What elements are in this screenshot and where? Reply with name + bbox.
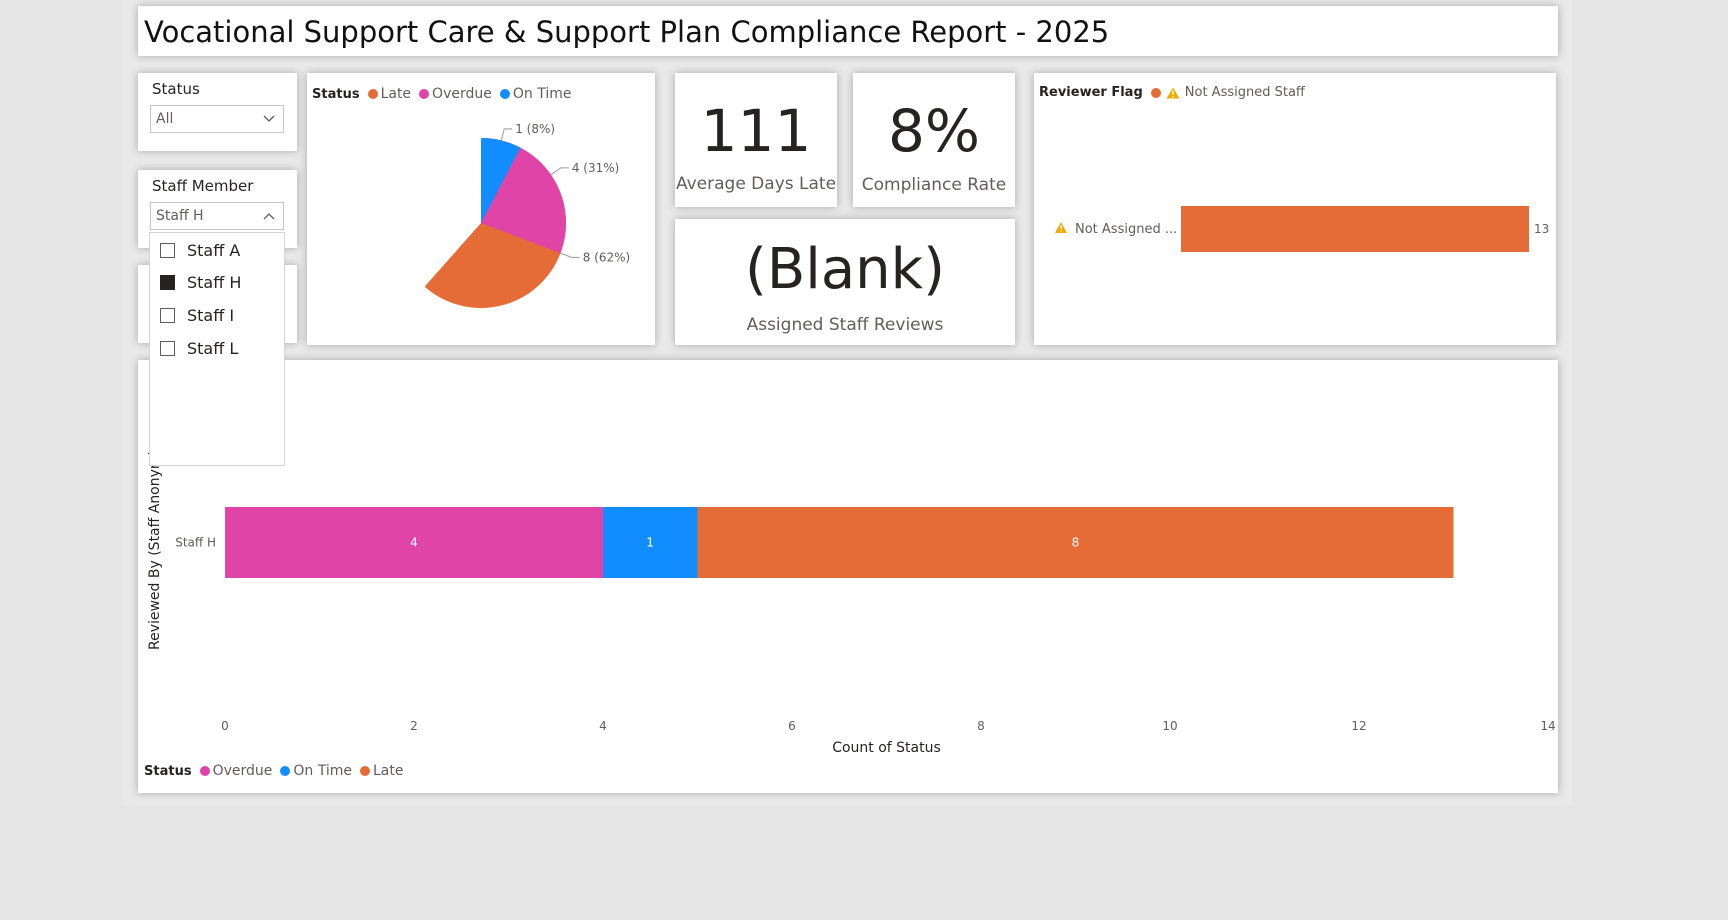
- warning-icon: [1055, 222, 1067, 233]
- status-dropdown[interactable]: All: [150, 105, 284, 133]
- staff-option-label: Staff I: [187, 305, 235, 325]
- legend-item-on-time[interactable]: On Time: [280, 763, 352, 779]
- category-label: Not Assigned ...: [1075, 222, 1177, 237]
- bar-data-label: 4: [410, 536, 418, 550]
- legend-dot-icon: [280, 766, 291, 776]
- staff-option-label: Staff L: [187, 338, 239, 358]
- title-card: Vocational Support Care & Support Plan C…: [138, 6, 1558, 56]
- pie-leader-line: [550, 167, 569, 176]
- pie-leader-line: [500, 128, 513, 141]
- chevron-up-icon: [263, 213, 275, 220]
- kpi-label: Average Days Late: [675, 174, 837, 194]
- x-tick-label: 2: [410, 719, 418, 733]
- staff-option-label: Staff A: [187, 240, 241, 260]
- legend-label: On Time: [293, 763, 352, 779]
- staff-option[interactable]: Staff L: [160, 336, 238, 360]
- x-axis-title: Count of Status: [832, 740, 941, 756]
- staff-option-label: Staff H: [187, 272, 242, 292]
- status-pie-card[interactable]: Status Late Overdue On Time 8 (62%) 4 (31…: [307, 73, 655, 345]
- legend-item-overdue[interactable]: Overdue: [199, 763, 273, 779]
- x-tick-label: 8: [977, 719, 985, 733]
- reviewer-flag-card[interactable]: Reviewer Flag Not Assigned Staff Not Ass…: [1034, 73, 1556, 345]
- reviewed-by-card[interactable]: 0 2 4 6 8 10 12 14 Count of Status Reviewed By (S…: [138, 360, 1558, 793]
- checkbox-icon[interactable]: [160, 340, 175, 356]
- bar-data-label: 8: [1072, 536, 1080, 550]
- kpi-avg-days-late: 111 Average Days Late: [675, 73, 837, 207]
- bar-legend-title: Status: [144, 763, 192, 779]
- checkbox-checked-icon[interactable]: [160, 274, 175, 290]
- pie-chart: 8 (62%) 4 (31%) 1 (8%): [424, 122, 630, 308]
- kpi-value: 111: [700, 97, 812, 165]
- x-tick-label: 10: [1162, 719, 1177, 733]
- x-tick-label: 12: [1351, 719, 1366, 733]
- checkbox-icon[interactable]: [160, 242, 175, 258]
- stacked-bar-chart: 0 2 4 6 8 10 12 14Count of StatusReviewed By (S…: [147, 450, 1556, 756]
- status-slicer: Status All: [138, 73, 297, 151]
- legend-label: Overdue: [212, 763, 273, 779]
- y-category-label: Staff H: [175, 536, 216, 550]
- staff-option[interactable]: Staff I: [160, 303, 234, 327]
- legend-label: Late: [372, 763, 404, 779]
- status-slicer-label: Status: [152, 80, 200, 98]
- x-tick-label: 14: [1540, 719, 1555, 733]
- kpi-label: Compliance Rate: [861, 175, 1007, 195]
- kpi-assigned-reviews: (Blank) Assigned Staff Reviews: [675, 219, 1015, 345]
- kpi-value: (Blank): [745, 237, 945, 302]
- staff-dropdown[interactable]: Staff H: [150, 202, 284, 230]
- chevron-down-icon: [263, 115, 275, 122]
- bar-data-label: 13: [1534, 222, 1549, 236]
- status-dropdown-value: All: [156, 111, 174, 127]
- y-axis-title: Reviewed By (Staff Anonym): [147, 450, 163, 650]
- pie-data-label: 4 (31%): [572, 161, 619, 175]
- pie-data-label: 8 (62%): [583, 250, 630, 264]
- x-tick-label: 6: [788, 719, 796, 733]
- staff-dropdown-value: Staff H: [156, 208, 204, 224]
- staff-option[interactable]: Staff H: [160, 270, 241, 294]
- legend-dot-icon: [199, 766, 210, 776]
- staff-dropdown-list: Staff A Staff H Staff I Staff L: [149, 232, 285, 466]
- bar-legend: Status Overdue On Time Late: [144, 763, 411, 779]
- x-tick-label: 4: [599, 719, 607, 733]
- staff-slicer-label: Staff Member: [152, 177, 254, 195]
- kpi-value: 8%: [887, 97, 980, 165]
- pie-data-label: 1 (8%): [515, 122, 555, 136]
- kpi-compliance-rate: 8% Compliance Rate: [853, 73, 1015, 207]
- pie-leader-line: [560, 252, 580, 258]
- legend-dot-icon: [359, 766, 370, 776]
- x-tick-label: 0: [221, 719, 229, 733]
- legend-item-late[interactable]: Late: [359, 763, 404, 779]
- staff-option[interactable]: Staff A: [160, 238, 240, 262]
- kpi-label: Assigned Staff Reviews: [746, 315, 944, 335]
- checkbox-icon[interactable]: [160, 307, 175, 323]
- bar-data-label: 1: [646, 536, 654, 550]
- reviewer-flag-bar-chart: Not Assigned ... 13: [1055, 206, 1549, 252]
- bar-not-assigned[interactable]: [1181, 206, 1529, 252]
- report-title: Vocational Support Care & Support Plan C…: [144, 15, 1110, 49]
